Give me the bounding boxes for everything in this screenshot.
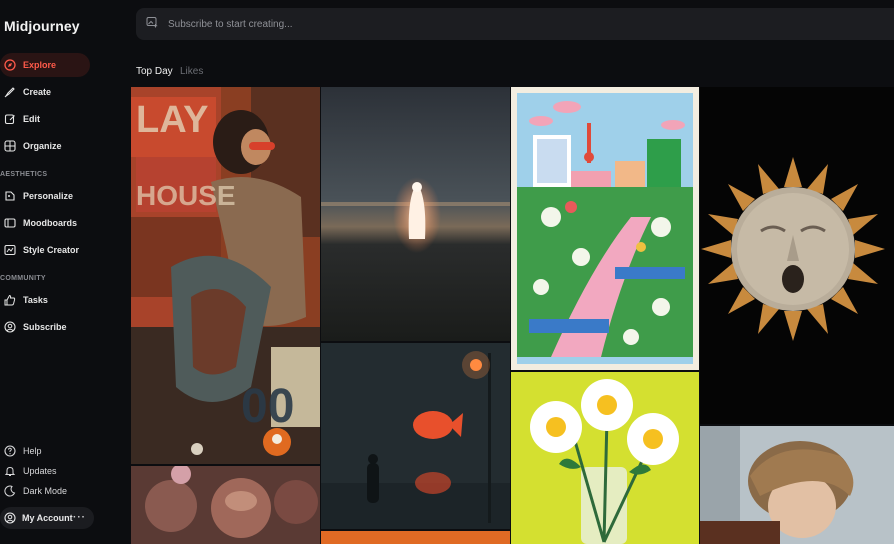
sidebar: Midjourney Explore Create Edit Organize <box>0 0 110 544</box>
my-account-button[interactable]: My Account ··· <box>0 507 94 529</box>
section-label-community: COMMUNITY <box>0 275 46 282</box>
sidebar-item-style-creator[interactable]: Style Creator <box>0 238 79 262</box>
moodboards-icon <box>4 217 16 229</box>
sidebar-item-label: Organize <box>23 141 62 151</box>
sidebar-item-label: Subscribe <box>23 322 67 332</box>
sidebar-item-tasks[interactable]: Tasks <box>0 288 48 312</box>
app-window: Midjourney Explore Create Edit Organize <box>0 0 894 544</box>
tasks-thumbs-up-icon <box>4 294 16 306</box>
dark-mode-moon-icon <box>4 485 16 497</box>
sidebar-item-label: Edit <box>23 114 40 124</box>
tab-top-day[interactable]: Top Day <box>136 66 173 77</box>
sidebar-item-label: Moodboards <box>23 218 77 228</box>
sidebar-item-personalize[interactable]: Personalize <box>0 184 73 208</box>
app-logo[interactable]: Midjourney <box>4 18 80 34</box>
explore-compass-icon <box>4 59 16 71</box>
svg-text:LAY: LAY <box>136 99 209 141</box>
sidebar-item-label: Style Creator <box>23 245 80 255</box>
updates-bell-icon <box>4 465 16 477</box>
sidebar-item-organize[interactable]: Organize <box>0 134 62 158</box>
help-label: Help <box>23 446 42 456</box>
create-brush-icon <box>4 86 16 98</box>
help-icon <box>4 445 16 457</box>
sidebar-item-subscribe[interactable]: Subscribe <box>0 315 67 339</box>
gallery-image-sun-face[interactable] <box>700 87 894 424</box>
updates-label: Updates <box>23 466 57 476</box>
image-add-icon[interactable] <box>146 15 158 33</box>
edit-icon <box>4 113 16 125</box>
image-gallery: LAY HOUSE 00 <box>131 87 894 544</box>
gallery-image-woman-poster[interactable]: LAY HOUSE 00 <box>131 87 320 464</box>
account-avatar-icon <box>4 512 16 524</box>
sidebar-item-label: Personalize <box>23 191 74 201</box>
gallery-image-boy-portrait[interactable] <box>700 426 894 544</box>
account-more-icon[interactable]: ··· <box>73 512 86 523</box>
svg-text:00: 00 <box>241 380 294 433</box>
tab-likes[interactable]: Likes <box>180 66 203 77</box>
sidebar-item-moodboards[interactable]: Moodboards <box>0 211 77 235</box>
search-input[interactable]: Subscribe to start creating... <box>168 19 293 30</box>
gallery-image-goldfish-fog[interactable] <box>321 343 510 529</box>
dark-mode-label: Dark Mode <box>23 486 68 496</box>
gallery-image-daisies[interactable] <box>511 372 699 544</box>
sidebar-item-label: Explore <box>23 60 57 70</box>
search-bar[interactable]: Subscribe to start creating... <box>136 8 894 40</box>
my-account-label: My Account <box>22 513 73 523</box>
subscribe-user-icon <box>4 321 16 333</box>
sidebar-item-label: Tasks <box>23 295 48 305</box>
sidebar-item-explore[interactable]: Explore <box>0 53 90 77</box>
sidebar-item-dark-mode[interactable]: Dark Mode <box>0 482 67 500</box>
gallery-image-glowing-figure[interactable] <box>321 87 510 341</box>
sidebar-item-help[interactable]: Help <box>0 442 42 460</box>
svg-text:HOUSE: HOUSE <box>136 180 236 211</box>
gallery-image-teapots[interactable] <box>131 466 320 544</box>
sidebar-item-updates[interactable]: Updates <box>0 462 57 480</box>
organize-grid-icon <box>4 140 16 152</box>
gallery-image-city-park[interactable] <box>511 87 699 370</box>
gallery-image-orange[interactable] <box>321 531 510 544</box>
sidebar-item-create[interactable]: Create <box>0 80 51 104</box>
sidebar-item-label: Create <box>23 87 52 97</box>
personalize-icon <box>4 190 16 202</box>
sidebar-item-edit[interactable]: Edit <box>0 107 40 131</box>
style-creator-icon <box>4 244 16 256</box>
section-label-aesthetics: AESTHETICS <box>0 171 48 178</box>
